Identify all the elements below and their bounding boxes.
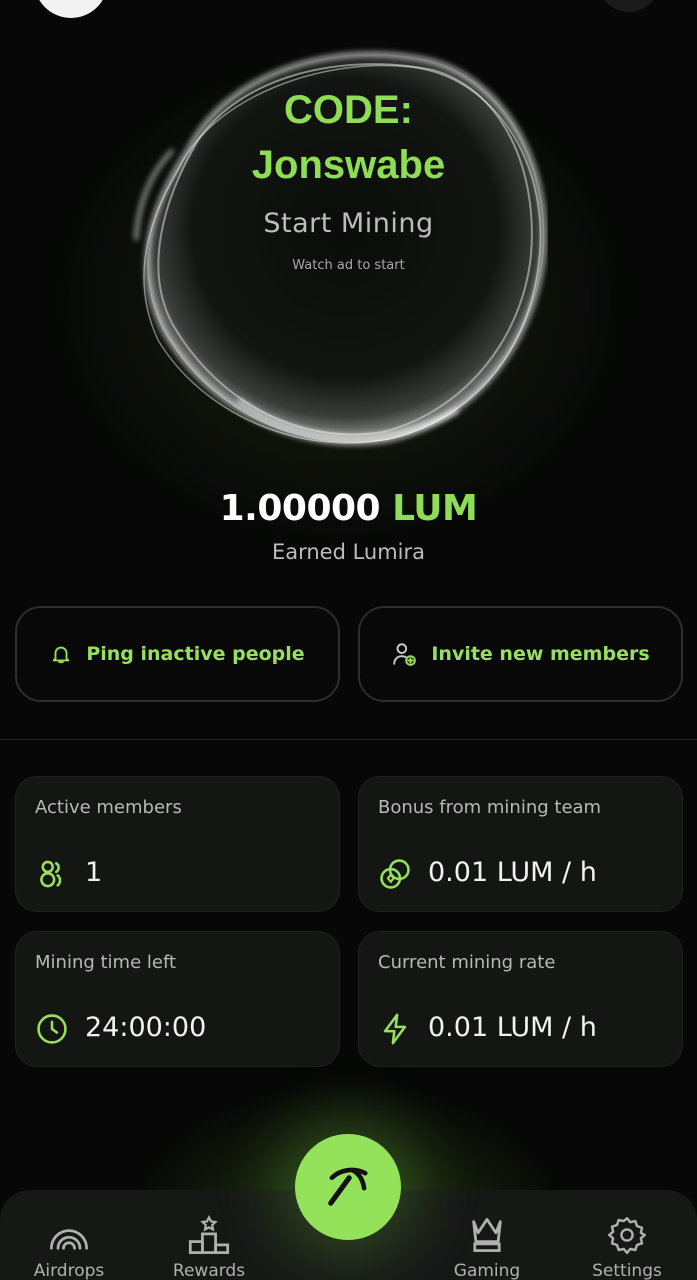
watch-ad-hint: Watch ad to start	[292, 258, 405, 273]
earned-label: Earned Lumira	[271, 540, 426, 564]
user-plus-icon	[393, 643, 417, 666]
bonus-card: Bonus from mining team 0.01 LUM / h	[358, 776, 683, 912]
nav-rewards-label: Rewards	[172, 1261, 246, 1280]
active-members-card: Active members 1	[15, 776, 340, 912]
clock-icon	[37, 1014, 67, 1044]
users-icon	[40, 860, 62, 888]
gear-icon	[608, 1217, 646, 1254]
mining-time-value: 24:00:00	[85, 1012, 207, 1043]
pickaxe-icon	[328, 1167, 368, 1206]
lightning-icon	[383, 1013, 407, 1045]
section-divider	[0, 739, 697, 740]
ping-inactive-button[interactable]: Ping inactive people	[15, 606, 340, 702]
bell-icon	[53, 646, 70, 664]
bonus-label: Bonus from mining team	[378, 797, 602, 818]
profile-avatar[interactable]	[34, 0, 108, 18]
mining-screen: CODE: Jonswabe Start Mining Watch ad to …	[0, 0, 697, 1280]
mining-time-label: Mining time left	[35, 952, 177, 973]
ping-inactive-label: Ping inactive people	[86, 643, 305, 665]
nav-settings[interactable]: Settings	[572, 1215, 682, 1280]
nav-airdrops-label: Airdrops	[33, 1261, 105, 1280]
top-right-button[interactable]	[598, 0, 660, 12]
referral-code-label: CODE:	[284, 88, 413, 132]
bonus-value: 0.01 LUM / h	[428, 857, 597, 888]
nav-rewards[interactable]: Rewards	[154, 1215, 264, 1280]
invite-members-button[interactable]: Invite new members	[358, 606, 683, 702]
nav-airdrops[interactable]: Airdrops	[14, 1215, 124, 1280]
active-members-value: 1	[85, 857, 103, 888]
balance-amount: 1.00000	[219, 488, 381, 529]
mining-rate-label: Current mining rate	[378, 952, 556, 973]
mining-rate-card: Current mining rate 0.01 LUM / h	[358, 931, 683, 1067]
mine-button[interactable]	[295, 1134, 401, 1240]
nav-gaming[interactable]: Gaming	[432, 1215, 542, 1280]
balance-currency: LUM	[392, 488, 478, 529]
nav-gaming-label: Gaming	[453, 1261, 521, 1280]
referral-code-value: Jonswabe	[251, 143, 446, 187]
nav-settings-label: Settings	[592, 1261, 662, 1280]
active-members-label: Active members	[35, 797, 182, 818]
coins-icon	[380, 859, 410, 889]
podium-icon	[188, 1215, 230, 1254]
earned-balance: 1.00000 LUM	[0, 488, 697, 529]
broadcast-icon	[50, 1229, 88, 1250]
mining-time-card: Mining time left 24:00:00	[15, 931, 340, 1067]
chess-queen-icon	[472, 1218, 502, 1252]
invite-members-label: Invite new members	[431, 643, 650, 665]
start-mining-label[interactable]: Start Mining	[0, 208, 697, 239]
mining-rate-value: 0.01 LUM / h	[428, 1012, 597, 1043]
